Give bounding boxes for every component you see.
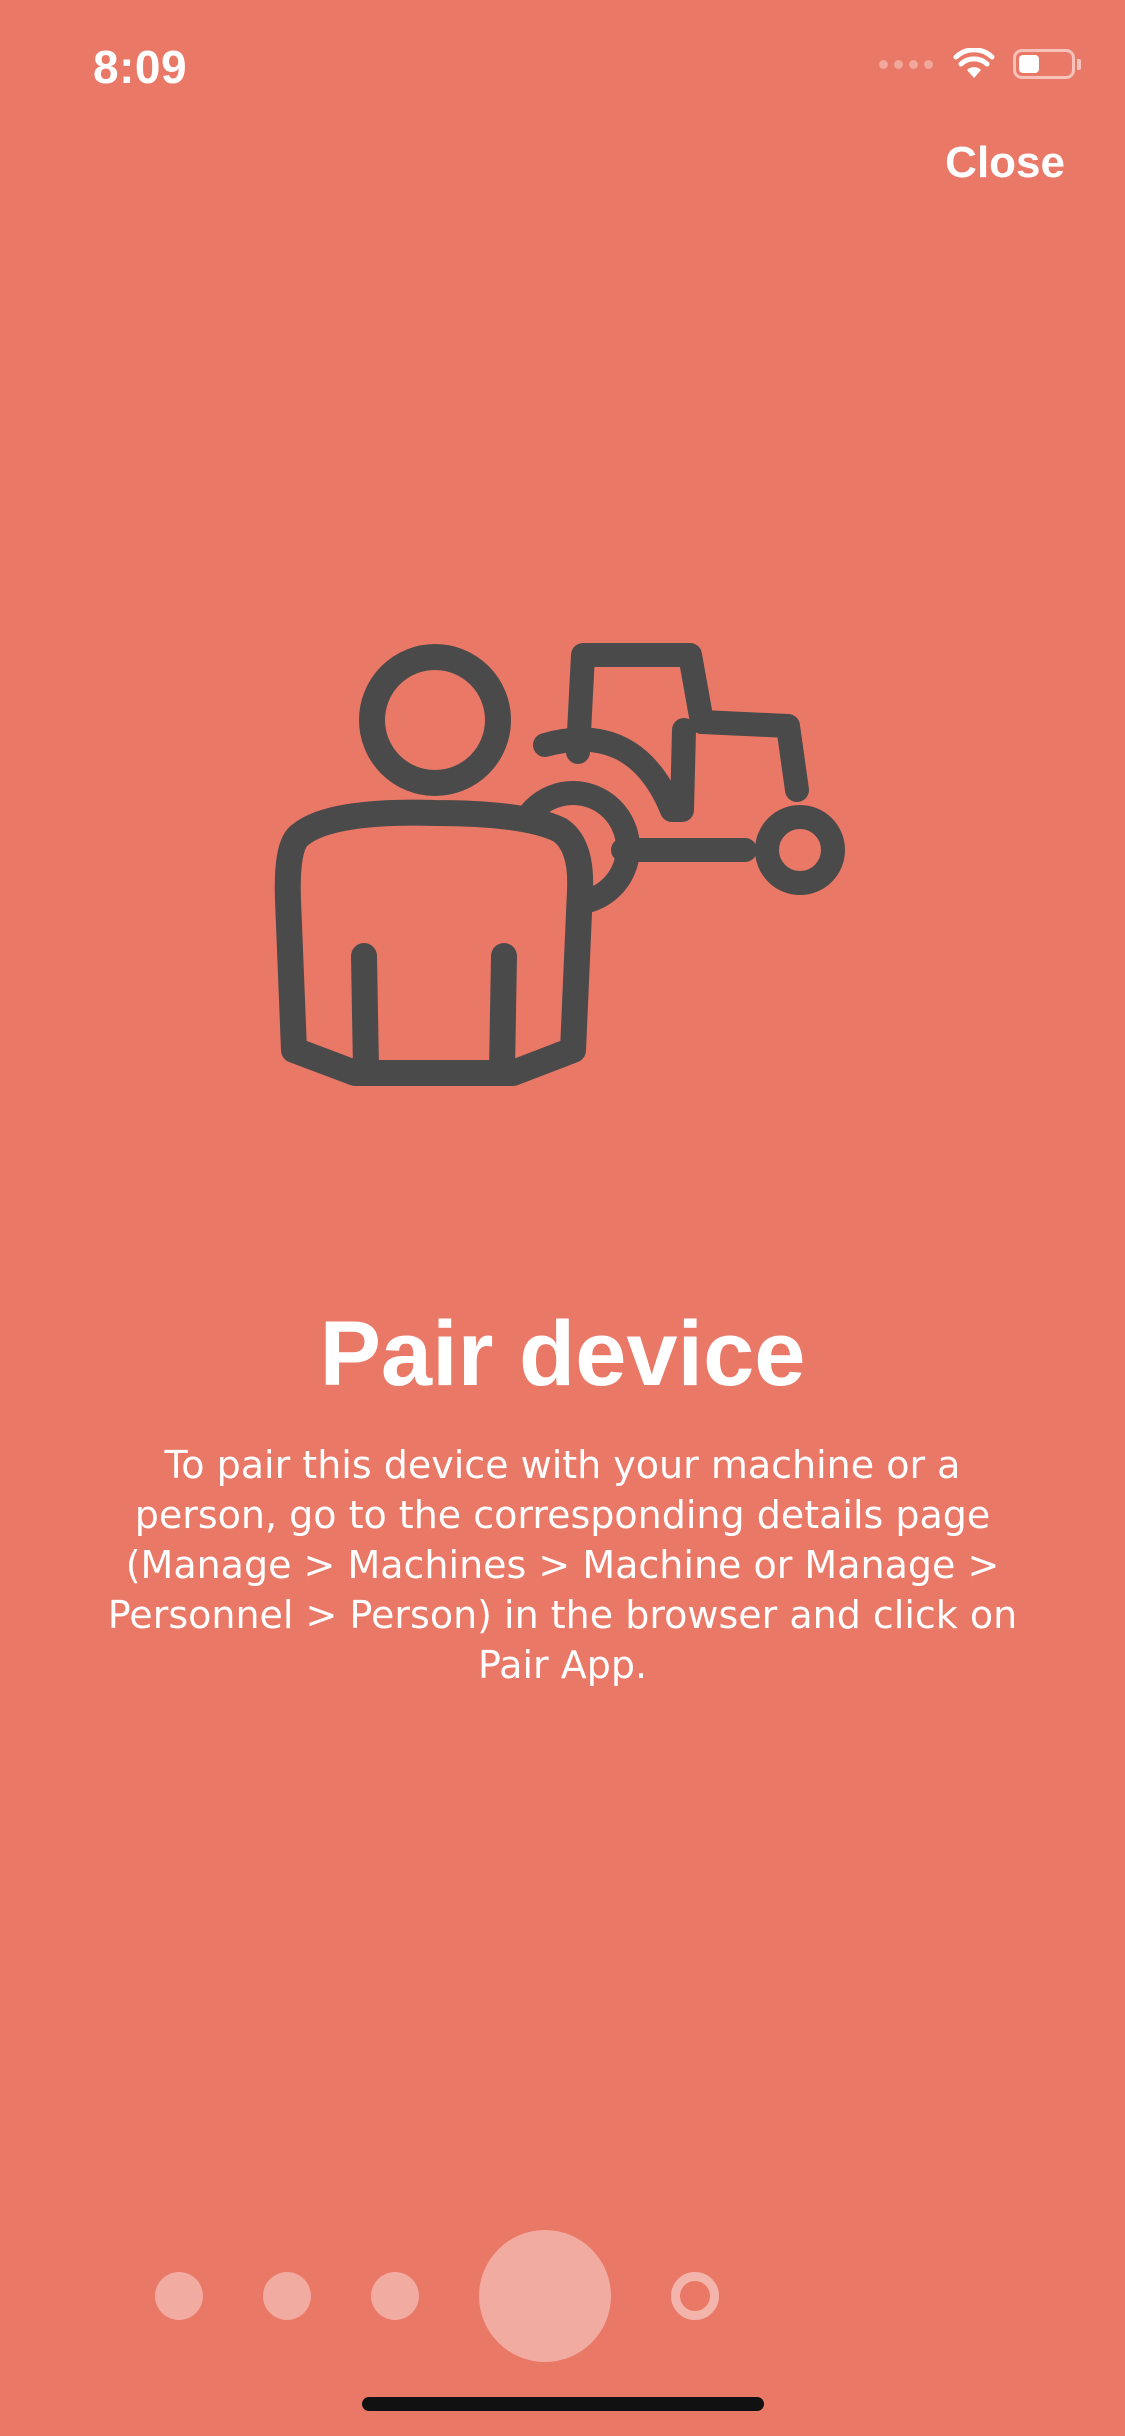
page-dot-5[interactable] bbox=[671, 2272, 719, 2320]
battery-icon bbox=[1013, 49, 1075, 79]
person-and-tractor-icon bbox=[274, 643, 845, 1086]
page-dot-2[interactable] bbox=[263, 2272, 311, 2320]
status-time: 8:09 bbox=[93, 41, 188, 93]
page-dot-3[interactable] bbox=[371, 2272, 419, 2320]
status-indicators bbox=[879, 48, 1081, 80]
page-indicator bbox=[0, 2230, 1125, 2362]
close-button[interactable]: Close bbox=[945, 138, 1065, 188]
wifi-icon bbox=[953, 48, 995, 78]
cellular-signal-icon bbox=[879, 59, 933, 69]
page-title: Pair device bbox=[319, 1303, 806, 1405]
status-bar: 8:09 bbox=[0, 0, 1125, 132]
page-dot-1[interactable] bbox=[155, 2272, 203, 2320]
page-dot-current[interactable] bbox=[479, 2230, 611, 2362]
home-indicator[interactable] bbox=[362, 2397, 764, 2411]
page-description: To pair this device with your machine or… bbox=[107, 1443, 1018, 1687]
battery-tip bbox=[1077, 58, 1081, 70]
battery-level-fill bbox=[1019, 55, 1039, 73]
